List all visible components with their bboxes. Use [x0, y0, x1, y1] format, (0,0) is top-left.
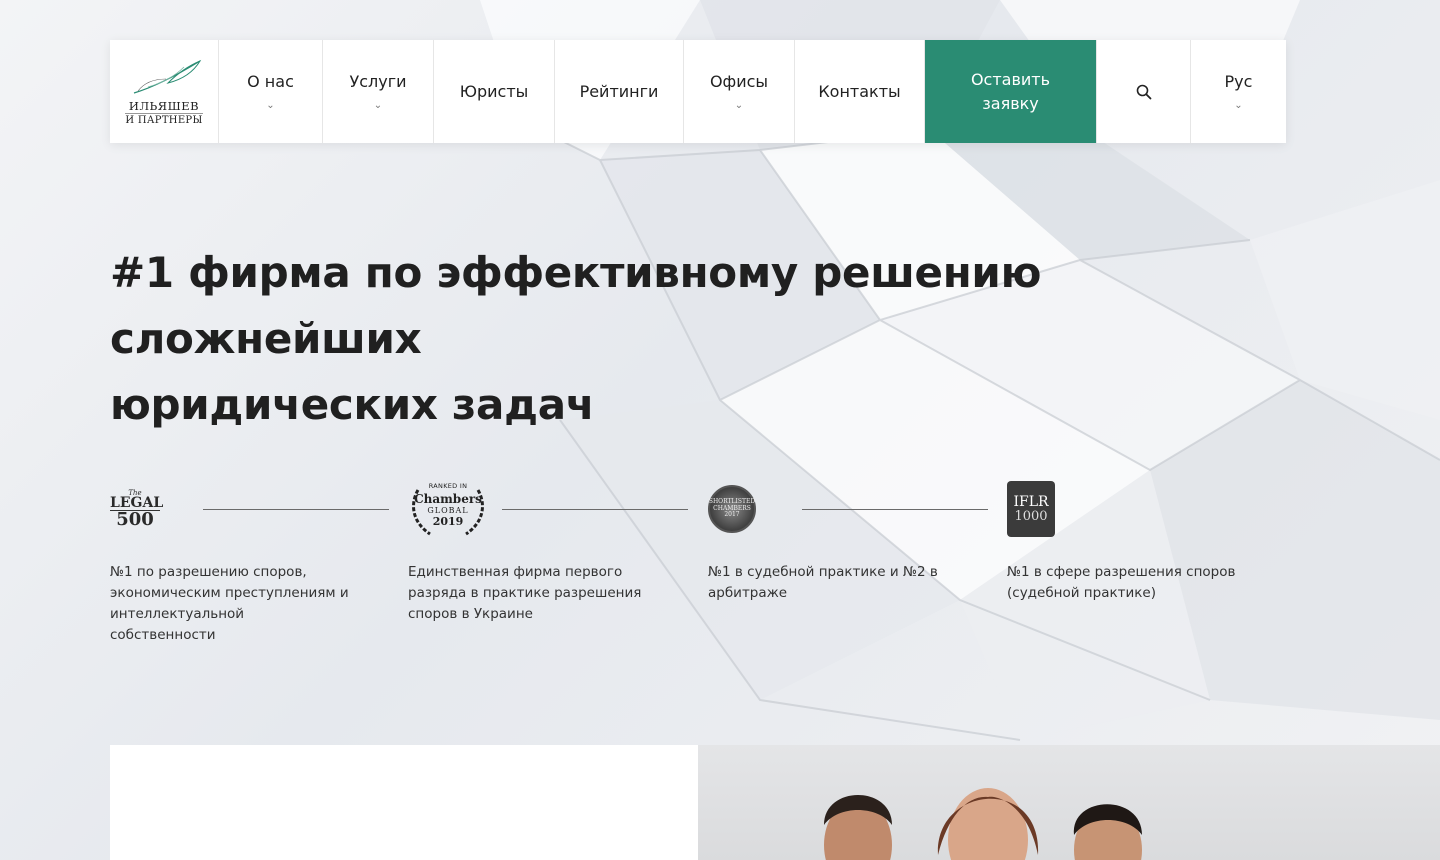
chambers-name: Chambers — [414, 492, 482, 506]
rating-description: Единственная фирма первого разряда в пра… — [408, 564, 642, 622]
rating-description: №1 в судебной практике и №2 в арбитраже — [708, 564, 938, 601]
submit-request-button[interactable]: Оставить заявку — [925, 40, 1097, 143]
legal500-number: 500 — [116, 508, 154, 530]
hero-title-line2: юридических задач — [110, 380, 595, 429]
chambers-global-logo: RANKED IN Chambers GLOBAL 2019 — [408, 478, 488, 540]
seal-year: 2017 — [724, 511, 740, 519]
nav-item-about-label: О нас — [247, 72, 294, 91]
rating-iflr1000: IFLR 1000 №1 в сфере разрешения споров (… — [1007, 478, 1247, 604]
chambers-year: 2019 — [432, 515, 464, 528]
team-photo-illustration — [824, 788, 1142, 860]
hero-title-line1: #1 фирма по эффективному решению сложней… — [110, 248, 1042, 363]
chambers-seal-logo: SHORTLISTED CHAMBERS 2017 — [708, 485, 756, 533]
search-icon — [1136, 84, 1151, 99]
rating-legal500: The LEGAL 500 №1 по разрешению споров, э… — [110, 478, 350, 646]
search-button[interactable] — [1097, 40, 1191, 143]
chevron-down-icon: ⌄ — [266, 100, 275, 111]
main-navbar: ИЛЬЯШЕВ И ПАРТНЕРЫ О нас ⌄ Услуги ⌄ Юрис… — [110, 40, 1286, 143]
rating-description: №1 по разрешению споров, экономическим п… — [110, 564, 349, 643]
bottom-content-panel — [110, 745, 698, 860]
rating-chambers-global: RANKED IN Chambers GLOBAL 2019 Единствен… — [408, 478, 648, 625]
nav-item-lawyers[interactable]: Юристы — [434, 40, 555, 143]
chevron-down-icon: ⌄ — [1234, 100, 1243, 111]
logo-line2: И ПАРТНЕРЫ — [125, 113, 203, 126]
chambers-ranked: RANKED IN — [428, 482, 468, 490]
nav-item-contacts[interactable]: Контакты — [795, 40, 925, 143]
chevron-down-icon: ⌄ — [373, 100, 383, 111]
nav-item-about[interactable]: О нас ⌄ — [219, 40, 323, 143]
cta-line2: заявку — [982, 93, 1039, 113]
nav-item-offices-label: Офисы — [709, 72, 769, 91]
nav-item-lawyers-label: Юристы — [459, 82, 529, 101]
chambers-global: GLOBAL — [427, 506, 469, 515]
legal500-logo: The LEGAL 500 — [110, 490, 163, 530]
language-selector[interactable]: Рус ⌄ — [1191, 40, 1286, 143]
feather-icon — [133, 59, 202, 94]
iflr-logo: IFLR 1000 — [1007, 481, 1055, 537]
nav-item-offices[interactable]: Офисы ⌄ — [684, 40, 795, 143]
hero-title: #1 фирма по эффективному решению сложней… — [110, 240, 1280, 438]
team-photo — [698, 745, 1440, 860]
iflr-number: 1000 — [1014, 508, 1048, 524]
nav-item-contacts-label: Контакты — [818, 82, 901, 101]
nav-item-ratings[interactable]: Рейтинги — [555, 40, 684, 143]
nav-item-services-label: Услуги — [349, 72, 407, 91]
rating-chambers-shortlisted: SHORTLISTED CHAMBERS 2017 №1 в судебной … — [708, 478, 948, 604]
company-logo[interactable]: ИЛЬЯШЕВ И ПАРТНЕРЫ — [110, 40, 219, 143]
iflr-name: IFLR — [1013, 493, 1049, 510]
nav-item-services[interactable]: Услуги ⌄ — [323, 40, 434, 143]
language-label: Рус — [1224, 72, 1253, 91]
cta-line1: Оставить — [970, 69, 1051, 89]
logo-line1: ИЛЬЯШЕВ — [128, 99, 200, 113]
chevron-down-icon: ⌄ — [734, 100, 744, 111]
nav-item-ratings-label: Рейтинги — [579, 82, 659, 101]
rating-description: №1 в сфере разрешения споров (судебной п… — [1007, 564, 1236, 601]
